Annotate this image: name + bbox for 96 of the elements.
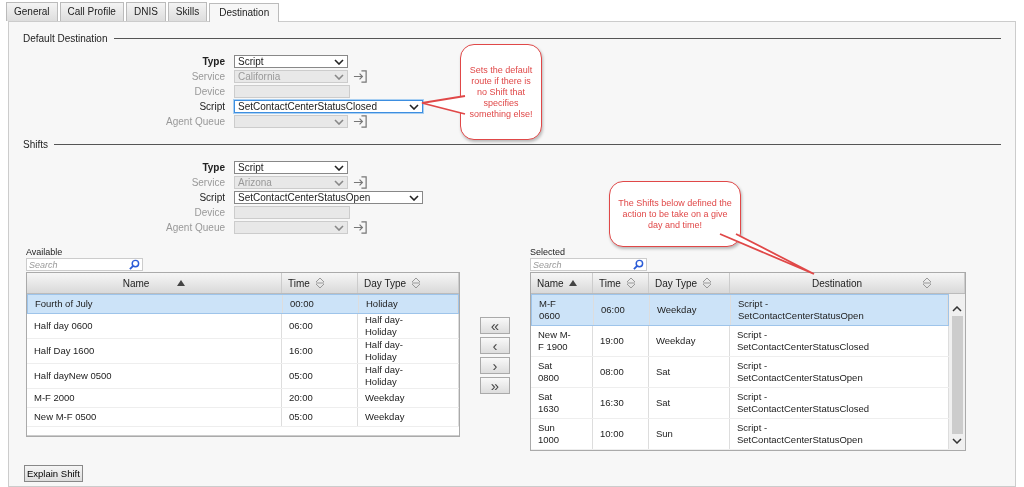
table-cell: Fourth of July [28,295,283,313]
column-header[interactable]: Name [531,273,593,293]
table-row[interactable]: Sat 1630 16:30 Sat Script - SetContactCenterStatusClosed [531,388,949,419]
table-row[interactable]: Fourth of July 00:00 Holiday [27,294,459,314]
table-cell: Half day- Holiday [358,314,459,338]
field-label: Type [201,161,225,175]
table-row[interactable]: Half dayNew 0500 05:00 Half day- Holiday [27,364,459,389]
table-cell: 16:00 [282,339,358,363]
tab[interactable]: Skills [167,2,208,21]
table-row[interactable]: M-F 0600 06:00 Weekday Script - SetContactCenterStatusOpen [531,294,949,326]
tab[interactable]: General [6,2,58,21]
explain-shift-button[interactable]: Explain Shift [24,465,83,482]
table-cell: 05:00 [282,408,358,426]
table-row[interactable]: Half Day 1600 16:00 Half day- Holiday [27,339,459,364]
field-label: Service [190,70,225,84]
field-label: Script [198,100,225,114]
table-row[interactable]: Half day 0600 06:00 Half day- Holiday [27,314,459,339]
table-cell: 08:00 [593,357,649,387]
table-row[interactable]: Sat 0800 08:00 Sat Script - SetContactCenterStatusOpen [531,357,949,388]
table-cell: 06:00 [594,295,650,325]
table-cell: Half day 0600 [27,314,282,338]
list-label: Selected [530,247,567,258]
list-label: Available [26,247,64,258]
table-cell: Half Day 1600 [27,339,282,363]
table-cell: Weekday [358,408,459,426]
table-cell: 06:00 [282,314,358,338]
table-cell: 20:00 [282,389,358,407]
table-row[interactable]: M-F 2000 20:00 Weekday [27,389,459,408]
field-label: Type [201,55,225,69]
table-cell: Sat [649,357,730,387]
move-button[interactable]: » [480,377,510,394]
dropdown[interactable]: SetContactCenterStatusOpen [234,191,423,204]
table-cell: 05:00 [282,364,358,388]
chevron-down-icon [334,224,344,231]
callout: The Shifts below defined the action to be take on a give day and time! [609,181,741,247]
table-cell: Weekday [649,326,730,356]
tab[interactable]: Destination [209,3,280,22]
column-header[interactable]: Time [593,273,649,293]
tab[interactable]: DNIS [125,2,166,21]
chevron-down-icon [409,194,419,201]
move-button[interactable]: › [480,357,510,374]
callout: Sets the default route if there is no Shift that specifies something else! [460,44,542,140]
section-title: Default Destination [23,33,108,44]
table-cell: Script - SetContactCenterStatusOpen [731,295,948,325]
table-cell: M-F 2000 [27,389,282,407]
table-row[interactable]: New M-F 0500 05:00 Weekday [27,408,459,427]
table-cell: New M-F 0500 [27,408,282,426]
callout-pointer [420,94,466,116]
table-cell: New M- F 1900 [531,326,593,356]
chevron-up-icon[interactable] [952,306,962,312]
chevron-down-icon [409,103,419,110]
table-cell: Half dayNew 0500 [27,364,282,388]
tab[interactable]: Call Profile [59,2,124,21]
table-cell: 19:00 [593,326,649,356]
search-field[interactable]: Search [530,258,647,271]
table-row[interactable]: Sun 1000 10:00 Sun Script - SetContactCenterStatusOpen [531,419,949,450]
table-cell: Weekday [650,295,731,325]
field-label: Script [198,191,225,205]
field-label: Device [193,85,225,99]
dropdown[interactable]: Script [234,55,348,68]
table-cell: M-F 0600 [532,295,594,325]
field-label: Service [190,176,225,190]
table-cell: Half day- Holiday [358,339,459,363]
table-cell: Weekday [358,389,459,407]
table-cell: Sun [649,419,730,449]
scrollbar[interactable] [949,294,965,450]
move-button[interactable]: ‹ [480,337,510,354]
scrollbar-thumb[interactable] [951,316,963,434]
column-header[interactable]: Time [282,273,358,293]
column-header[interactable]: Destination [730,273,965,293]
table-cell: Sat 0800 [531,357,593,387]
table-cell: Sun 1000 [531,419,593,449]
table-row[interactable]: New M- F 1900 19:00 Weekday Script - SetContactCenterStatusClosed [531,326,949,357]
column-header[interactable]: Name [27,273,282,293]
table-cell: 16:30 [593,388,649,418]
search-field[interactable]: Search [26,258,143,271]
table-cell: 10:00 [593,419,649,449]
column-header[interactable]: Day Type [649,273,730,293]
move-button[interactable]: « [480,317,510,334]
chevron-down-icon [334,118,344,125]
search-icon [633,259,644,270]
dropdown[interactable]: Script [234,161,348,174]
table-cell: Holiday [359,295,458,313]
table-cell: Sat [649,388,730,418]
table-cell: 00:00 [283,295,359,313]
table-cell: Sat 1630 [531,388,593,418]
table-cell: Half day- Holiday [358,364,459,388]
field-label: Agent Queue [165,221,225,235]
column-header[interactable]: Day Type [358,273,459,293]
input-field[interactable] [234,85,350,98]
field-label: Device [193,206,225,220]
search-icon [129,259,140,270]
field-label: Agent Queue [165,115,225,129]
section-title: Shifts [23,139,48,150]
input-field[interactable] [234,206,350,219]
chevron-down-icon[interactable] [952,438,962,444]
